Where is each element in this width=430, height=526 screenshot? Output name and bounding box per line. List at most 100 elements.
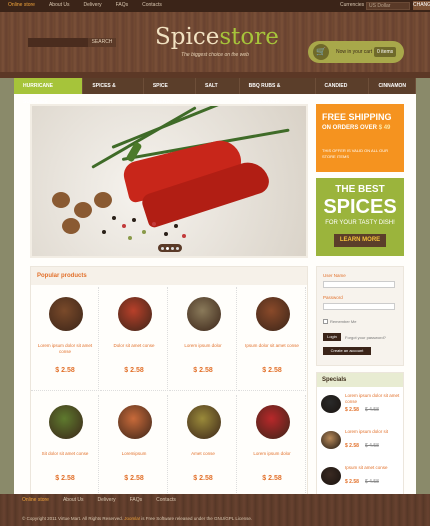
peppercorn bbox=[112, 216, 116, 220]
cart-widget[interactable]: 🛒 Now in your cart 0 items bbox=[308, 41, 404, 63]
product-card[interactable]: Ipsum dolor sit amet conse $ 2.58 bbox=[238, 287, 306, 391]
nav-candied-fruit[interactable]: CANDIED FRUIT bbox=[316, 78, 370, 105]
nav-salt-free[interactable]: SALT FREE bbox=[196, 78, 240, 105]
site-logo[interactable]: Spicestore bbox=[155, 24, 279, 50]
search-input[interactable] bbox=[28, 38, 88, 47]
best-spices-banner[interactable]: THE BEST SPICES FOR YOUR TASTY DISH! LEA… bbox=[316, 178, 404, 256]
top-nav-online-store[interactable]: Online store bbox=[8, 2, 35, 8]
product-card[interactable]: Lorem ipsum dolor sit amet conse $ 2.58 bbox=[31, 287, 99, 391]
special-item[interactable]: Ipsum sit amet conse $ 2.58 $ 4.58 bbox=[321, 463, 401, 493]
remember-me-checkbox[interactable] bbox=[323, 319, 328, 324]
nav-cinnamon[interactable]: CINNAMON bbox=[369, 78, 416, 94]
slider-dot-3[interactable] bbox=[171, 246, 174, 250]
product-card[interactable]: Loremipsum $ 2.58 bbox=[100, 395, 168, 499]
nav-hurricane-supplies[interactable]: HURRICANE SUPPLIES bbox=[14, 78, 84, 105]
product-image[interactable] bbox=[118, 405, 152, 439]
peppercorn bbox=[164, 232, 168, 236]
top-nav-delivery[interactable]: Delivery bbox=[84, 2, 102, 8]
copyright-line: © Copyright 2011 Virtue Mart. All Rights… bbox=[22, 516, 123, 521]
login-button[interactable]: Login bbox=[323, 333, 341, 341]
footer-nav: Online store About Us Delivery FAQs Cont… bbox=[22, 497, 176, 503]
learn-more-button[interactable]: LEARN MORE bbox=[334, 234, 386, 247]
password-label: Password bbox=[323, 295, 343, 300]
nav-spices-herbs[interactable]: SPICES & HERBS ▾ bbox=[83, 78, 144, 105]
forgot-password-link[interactable]: Forgot your password? bbox=[345, 335, 386, 340]
change-currency-button[interactable]: CHANGE bbox=[413, 1, 430, 10]
page-content: HURRICANE SUPPLIES SPICES & HERBS ▾ SPIC… bbox=[14, 78, 416, 510]
nav-bbq-rubs[interactable]: BBQ RUBS & MARINADES bbox=[240, 78, 316, 105]
cart-items-count: 0 items bbox=[374, 47, 397, 57]
peppercorn bbox=[182, 234, 186, 238]
product-card[interactable]: Sit dolor sit amet conse $ 2.58 bbox=[31, 395, 99, 499]
footer-nav-contacts[interactable]: Contacts bbox=[156, 497, 176, 503]
specials-title: Specials bbox=[317, 373, 403, 387]
nav-spice-blends[interactable]: SPICE BLENDS bbox=[144, 78, 197, 105]
product-card[interactable]: Lorem ipsum dolor $ 2.58 bbox=[238, 395, 306, 499]
main-nav: HURRICANE SUPPLIES SPICES & HERBS ▾ SPIC… bbox=[14, 78, 416, 105]
product-name[interactable]: Sit dolor sit amet conse bbox=[33, 451, 97, 457]
product-card[interactable]: Lorem ipsum dolor $ 2.58 bbox=[169, 287, 237, 391]
cart-text: Now in your cart bbox=[336, 49, 373, 55]
peppercorn bbox=[152, 222, 156, 226]
joomla-link[interactable]: Joomla! bbox=[124, 516, 140, 521]
special-name[interactable]: Lorem ipsum dolor sit bbox=[345, 429, 401, 435]
product-name[interactable]: Loremipsum bbox=[102, 451, 166, 457]
top-nav: Online store About Us Delivery FAQs Cont… bbox=[8, 2, 162, 8]
specials-box: Specials Lorem ipsum dolor sit amet cons… bbox=[316, 372, 404, 504]
product-image[interactable] bbox=[49, 405, 83, 439]
special-image[interactable] bbox=[321, 431, 341, 449]
peppercorn bbox=[102, 230, 106, 234]
footer-nav-delivery[interactable]: Delivery bbox=[98, 497, 116, 503]
top-nav-faqs[interactable]: FAQs bbox=[116, 2, 129, 8]
slider-dot-1[interactable] bbox=[161, 246, 164, 250]
product-image[interactable] bbox=[49, 297, 83, 331]
top-nav-contacts[interactable]: Contacts bbox=[142, 2, 162, 8]
special-name[interactable]: Lorem ipsum dolor sit amet conse bbox=[345, 393, 401, 405]
top-nav-about-us[interactable]: About Us bbox=[49, 2, 70, 8]
peppercorn bbox=[128, 236, 132, 240]
free-shipping-title: FREE SHIPPING bbox=[322, 112, 392, 122]
product-image[interactable] bbox=[187, 297, 221, 331]
slider-dot-4[interactable] bbox=[176, 246, 179, 250]
special-image[interactable] bbox=[321, 395, 341, 413]
special-new-price: $ 2.58 bbox=[345, 479, 359, 485]
special-new-price: $ 2.58 bbox=[345, 443, 359, 449]
product-name[interactable]: Ipsum dolor sit amet conse bbox=[240, 343, 304, 349]
cart-icon: 🛒 bbox=[313, 44, 329, 60]
copyright-text: © Copyright 2011 Virtue Mart. All Rights… bbox=[22, 516, 252, 521]
product-image[interactable] bbox=[256, 405, 290, 439]
popular-products: Popular products Lorem ipsum dolor sit a… bbox=[30, 266, 308, 504]
free-shipping-note: THIS OFFER IS VALID ON ALL OUR STORE ITE… bbox=[322, 148, 389, 159]
currency-select[interactable]: US Dollar bbox=[366, 2, 410, 10]
product-name[interactable]: Amet conse bbox=[171, 451, 235, 457]
product-name[interactable]: Dolor sit amet conse bbox=[102, 343, 166, 349]
special-item[interactable]: Lorem ipsum dolor sit amet conse $ 2.58 $ … bbox=[321, 391, 401, 421]
product-card[interactable]: Dolor sit amet conse $ 2.58 bbox=[100, 287, 168, 391]
special-old-price: $ 4.58 bbox=[365, 407, 379, 413]
peppercorn bbox=[132, 218, 136, 222]
best-spices-line1: THE BEST bbox=[335, 184, 385, 195]
product-image[interactable] bbox=[256, 297, 290, 331]
special-name[interactable]: Ipsum sit amet conse bbox=[345, 465, 401, 471]
popular-products-title: Popular products bbox=[31, 267, 307, 285]
hero-slider[interactable] bbox=[30, 104, 308, 258]
username-field[interactable] bbox=[323, 281, 395, 288]
special-item[interactable]: Lorem ipsum dolor sit $ 2.58 $ 4.58 bbox=[321, 427, 401, 457]
password-field[interactable] bbox=[323, 303, 395, 310]
special-image[interactable] bbox=[321, 467, 341, 485]
free-shipping-banner[interactable]: FREE SHIPPING ON ORDERS OVER $ 49 THIS O… bbox=[316, 104, 404, 172]
footer-nav-online-store[interactable]: Online store bbox=[22, 497, 49, 503]
product-image[interactable] bbox=[118, 297, 152, 331]
slider-dot-2[interactable] bbox=[166, 246, 169, 250]
best-spices-line2: SPICES bbox=[323, 196, 397, 218]
product-card[interactable]: Amet conse $ 2.58 bbox=[169, 395, 237, 499]
search-button[interactable]: SEARCH bbox=[88, 38, 116, 47]
product-name[interactable]: Lorem ipsum dolor sit amet conse bbox=[33, 343, 97, 355]
product-image[interactable] bbox=[187, 405, 221, 439]
product-name[interactable]: Lorem ipsum dolor bbox=[240, 451, 304, 457]
create-account-button[interactable]: Create an account bbox=[323, 347, 371, 355]
footer-nav-faqs[interactable]: FAQs bbox=[130, 497, 143, 503]
footer-nav-about-us[interactable]: About Us bbox=[63, 497, 84, 503]
product-name[interactable]: Lorem ipsum dolor bbox=[171, 343, 235, 349]
logo-spice: Spice bbox=[155, 24, 220, 50]
